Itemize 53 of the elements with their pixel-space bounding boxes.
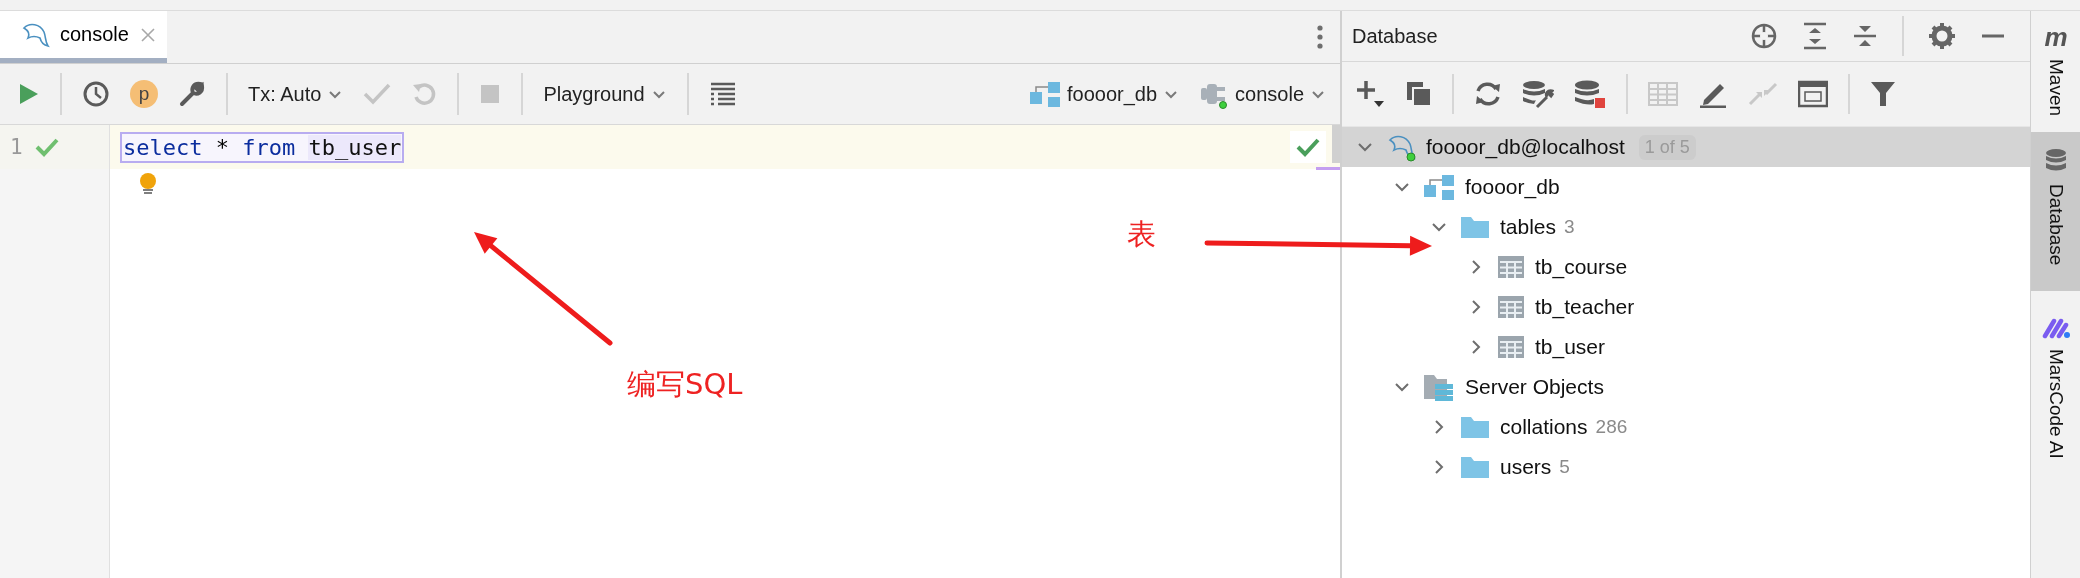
lightbulb-icon[interactable] [138, 172, 158, 196]
folder-icon [1460, 454, 1490, 480]
table-icon [1497, 334, 1525, 360]
table-icon [1497, 294, 1525, 320]
item-count: 3 [1564, 216, 1575, 238]
folder-icon [1460, 214, 1490, 240]
item-count: 286 [1595, 416, 1628, 438]
transaction-dropdown[interactable]: Tx: Auto [248, 82, 344, 106]
settings-icon[interactable] [1928, 22, 1956, 50]
tool-window-button[interactable]: Database [2031, 132, 2080, 292]
folder-icon [1460, 414, 1490, 440]
query-console-icon[interactable] [1798, 80, 1828, 108]
line-number: 1 [10, 135, 23, 159]
marscode-icon [2042, 317, 2070, 340]
table-icon [1497, 254, 1525, 280]
tree-item[interactable]: collations [1500, 415, 1588, 439]
item-count: 5 [1559, 456, 1570, 478]
error-stripe-mark [1316, 167, 1340, 170]
annotation-label: 编写SQL [627, 366, 743, 403]
expand-all-icon[interactable] [1802, 22, 1828, 50]
tree-item[interactable]: tb_user [1535, 335, 1606, 359]
scrollbar-thumb[interactable] [1332, 125, 1340, 163]
schema-icon [1029, 79, 1061, 109]
more-icon[interactable] [1316, 25, 1324, 49]
tree-item[interactable]: users [1500, 455, 1552, 479]
tree-item[interactable]: tb_teacher [1535, 295, 1635, 319]
database-stop-icon[interactable] [1574, 79, 1606, 109]
session-dropdown[interactable]: console [1199, 79, 1326, 109]
tool-window-button[interactable]: MarsCode AI [2031, 303, 2080, 472]
schema-dropdown[interactable]: foooor_db [1029, 79, 1180, 109]
tool-window-button[interactable]: m Maven [2031, 11, 2080, 129]
database-wrench-icon[interactable] [1522, 79, 1554, 109]
profile-button[interactable]: p [130, 80, 158, 108]
mode-dropdown[interactable]: Playground [543, 82, 667, 106]
crosshair-icon[interactable] [1750, 22, 1778, 50]
schema-icon [1423, 172, 1455, 202]
tree-item[interactable]: foooor_db [1465, 175, 1560, 199]
add-icon[interactable] [1356, 79, 1386, 109]
annotation-label: 表 [1127, 216, 1156, 253]
tree-item[interactable]: tb_course [1535, 255, 1628, 279]
filter-icon[interactable] [1870, 80, 1896, 108]
tree-item[interactable]: tables [1500, 215, 1557, 239]
editor-tab[interactable]: console [0, 11, 167, 63]
clock-icon[interactable] [82, 80, 110, 108]
server-folder-icon [1423, 372, 1455, 402]
table-view-icon[interactable] [708, 81, 737, 107]
tree-item[interactable]: foooor_db@localhost [1426, 135, 1625, 159]
checkmark-icon[interactable] [1296, 137, 1320, 157]
maven-icon: m [2044, 25, 2068, 49]
panel-title: Database [1352, 24, 1438, 48]
refresh-icon[interactable] [1474, 80, 1502, 108]
tree-item[interactable]: Server Objects [1465, 375, 1604, 399]
copy-icon[interactable] [1406, 81, 1432, 107]
